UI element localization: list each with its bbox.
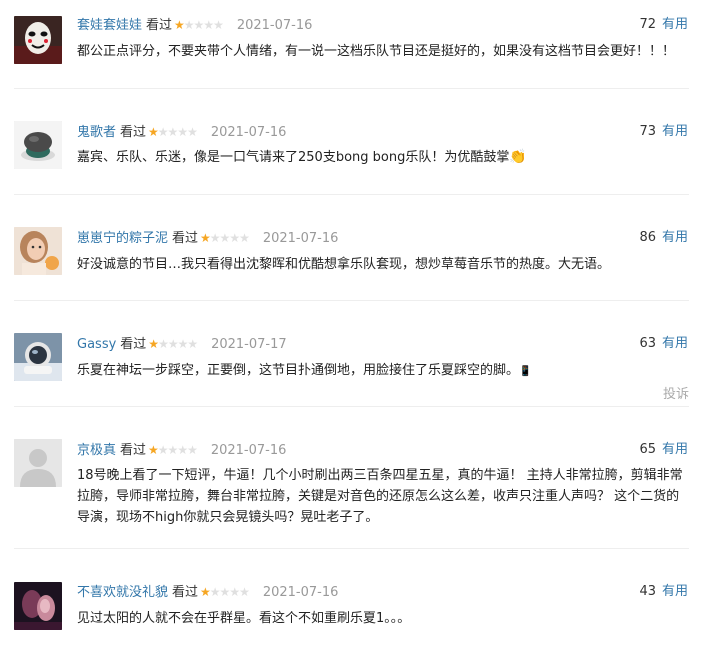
comment-text: 见过太阳的人就不会在乎群星。看这个不如重刷乐夏1。。。 [77, 611, 411, 626]
star-filled-icon: ★ [148, 125, 159, 139]
divider [14, 194, 689, 195]
star-empty-icon: ★★★★ [209, 231, 250, 245]
vote-count: 86 [639, 230, 656, 245]
vote-area: 63 有用 [639, 335, 688, 353]
rating-stars: ★★★★★ [148, 441, 198, 459]
comment-meta: 鬼歌者 看过 ★★★★★ 2021-07-16 [77, 123, 286, 141]
divider [14, 300, 689, 301]
star-filled-icon: ★ [148, 443, 159, 457]
comment-date: 2021-07-16 [262, 585, 339, 600]
comment-text: 好没诚意的节目…我只看得出沈黎晖和优酷想拿乐队套现，想炒草莓音乐节的热度。大无语… [77, 257, 611, 272]
rating-stars: ★★★★★ [148, 123, 198, 141]
star-empty-icon: ★★★★ [209, 585, 250, 599]
rating-stars: ★★★★★ [174, 16, 224, 34]
username-link[interactable]: 鬼歌者 [77, 125, 116, 140]
comment-text-wrap: 嘉宾、乐队、乐迷，像是一口气请来了250支bong bong乐队！为优酷鼓掌👏 [77, 147, 689, 168]
vote-area: 72 有用 [639, 16, 688, 34]
comment-text: 18号晚上看了一下短评，牛逼！几个小时刷出两三百条四星五星，真的牛逼！ 主持人非… [77, 468, 683, 525]
username-link[interactable]: 套娃套娃娃 [77, 18, 142, 33]
username-link[interactable]: 不喜欢就没礼貌 [77, 585, 168, 600]
vote-area: 43 有用 [639, 583, 688, 601]
vote-area: 86 有用 [639, 229, 688, 247]
useful-vote-button[interactable]: 有用 [662, 442, 688, 457]
comment-meta: Gassy 看过 ★★★★★ 2021-07-17 [77, 335, 287, 353]
watch-status: 看过 [146, 18, 173, 33]
divider [14, 88, 689, 89]
useful-vote-button[interactable]: 有用 [662, 230, 688, 245]
clapping-hands-icon: 👏 [509, 149, 527, 165]
star-filled-icon: ★ [200, 585, 211, 599]
report-link[interactable]: 投诉 [663, 383, 689, 402]
comment-date: 2021-07-16 [262, 231, 339, 246]
mask-face-avatar-icon[interactable] [14, 16, 62, 64]
useful-vote-button[interactable]: 有用 [662, 17, 688, 32]
comment-meta: 京极真 看过 ★★★★★ 2021-07-16 [77, 441, 286, 459]
username-link[interactable]: Gassy [77, 337, 116, 352]
vote-count: 72 [639, 17, 656, 32]
useful-vote-button[interactable]: 有用 [662, 336, 688, 351]
useful-vote-button[interactable]: 有用 [662, 584, 688, 599]
star-filled-icon: ★ [200, 231, 211, 245]
star-filled-icon: ★ [148, 337, 159, 351]
watch-status: 看过 [172, 231, 199, 246]
comment-text: 嘉宾、乐队、乐迷，像是一口气请来了250支bong bong乐队！为优酷鼓掌 [77, 150, 510, 165]
comment-meta: 不喜欢就没礼貌 看过 ★★★★★ 2021-07-16 [77, 583, 338, 601]
star-empty-icon: ★★★★ [157, 443, 198, 457]
comment-date: 2021-07-16 [236, 18, 313, 33]
vote-area: 65 有用 [639, 441, 688, 459]
watch-status: 看过 [172, 585, 199, 600]
vote-area: 73 有用 [639, 123, 688, 141]
watch-status: 看过 [120, 443, 147, 458]
star-filled-icon: ★ [174, 18, 185, 32]
vote-count: 73 [639, 124, 656, 139]
star-empty-icon: ★★★★ [157, 125, 198, 139]
comment-date: 2021-07-16 [210, 125, 287, 140]
default-user-avatar-icon[interactable] [14, 439, 62, 487]
watch-status: 看过 [120, 337, 147, 352]
rating-stars: ★★★★★ [148, 335, 198, 353]
comment-text-wrap: 乐夏在神坛一步踩空，正要倒，这节目扑通倒地，用脸接住了乐夏踩空的脚。📱 [77, 360, 689, 381]
comment-text: 乐夏在神坛一步踩空，正要倒，这节目扑通倒地，用脸接住了乐夏踩空的脚。 [77, 363, 520, 378]
comment-date: 2021-07-17 [211, 337, 287, 352]
mobile-phone-icon: 📱 [519, 366, 532, 377]
divider [14, 548, 689, 549]
username-link[interactable]: 京极真 [77, 443, 116, 458]
comment-meta: 崽崽宁的粽子泥 看过 ★★★★★ 2021-07-16 [77, 229, 338, 247]
vote-count: 65 [639, 442, 656, 457]
star-empty-icon: ★★★★ [183, 18, 224, 32]
comment-meta: 套娃套娃娃 看过 ★★★★★ 2021-07-16 [77, 16, 312, 34]
divider [14, 406, 689, 407]
comment-text: 都公正点评分，不要夹带个人情绪，有一说一这档乐队节目还是挺好的，如果没有这档节目… [77, 44, 676, 59]
dark-photo-avatar-icon[interactable] [14, 582, 62, 630]
astronaut-avatar-icon[interactable] [14, 333, 62, 381]
girl-photo-avatar-icon[interactable] [14, 227, 62, 275]
stone-object-avatar-icon[interactable] [14, 121, 62, 169]
rating-stars: ★★★★★ [200, 229, 250, 247]
comment-date: 2021-07-16 [210, 443, 287, 458]
rating-stars: ★★★★★ [200, 583, 250, 601]
vote-count: 63 [639, 336, 656, 351]
watch-status: 看过 [120, 125, 147, 140]
useful-vote-button[interactable]: 有用 [662, 124, 688, 139]
star-empty-icon: ★★★★ [158, 337, 198, 351]
username-link[interactable]: 崽崽宁的粽子泥 [77, 231, 168, 246]
vote-count: 43 [639, 584, 656, 599]
